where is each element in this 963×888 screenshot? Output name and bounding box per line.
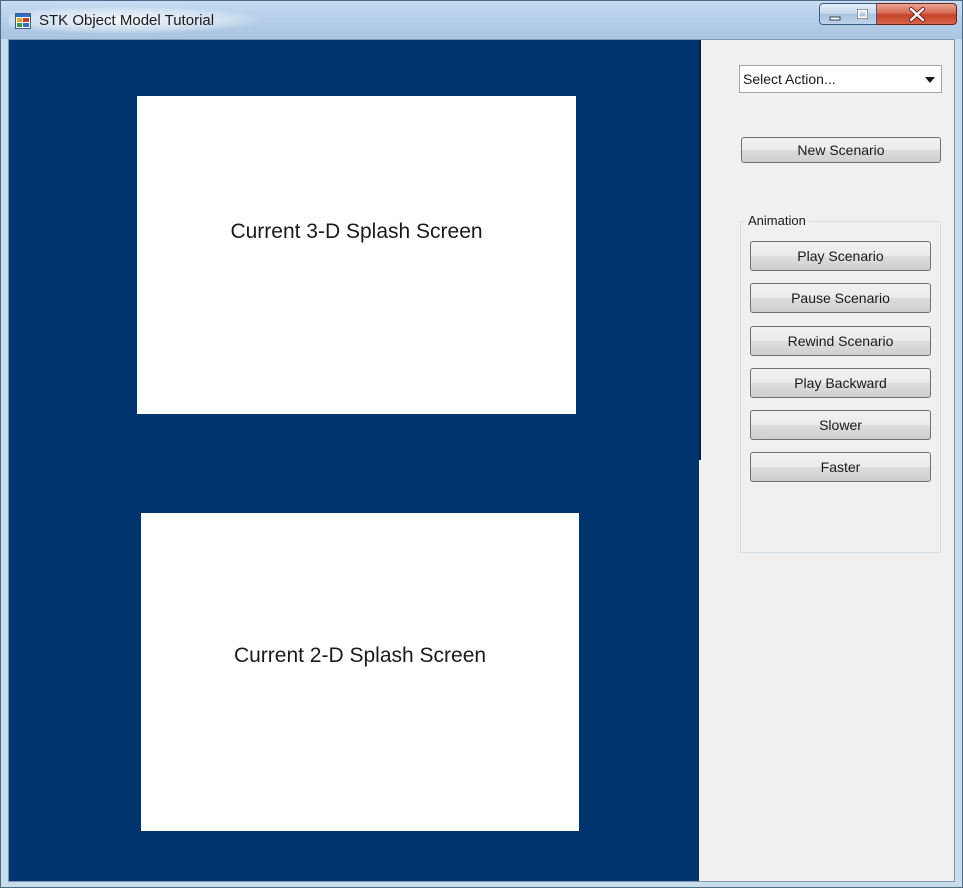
rewind-scenario-button[interactable]: Rewind Scenario — [750, 326, 931, 356]
splash-3d-label: Current 3-D Splash Screen — [230, 220, 483, 243]
splash-2d-panel[interactable]: Current 2-D Splash Screen — [141, 513, 579, 831]
action-select[interactable]: Select Action... — [739, 65, 942, 93]
play-scenario-button[interactable]: Play Scenario — [750, 241, 931, 271]
app-window-icon[interactable] — [15, 13, 31, 29]
slower-button[interactable]: Slower — [750, 410, 931, 440]
close-icon — [909, 7, 925, 22]
splash-2d-label: Current 2-D Splash Screen — [233, 644, 487, 667]
maximize-button[interactable] — [848, 3, 877, 25]
client-area: Current 3-D Splash Screen Current 2-D Sp… — [8, 39, 955, 882]
globe-viewport: Current 3-D Splash Screen Current 2-D Sp… — [9, 40, 699, 881]
viewport-divider — [699, 40, 701, 460]
pause-scenario-button[interactable]: Pause Scenario — [750, 283, 931, 313]
title-bar[interactable]: STK Object Model Tutorial — [1, 1, 962, 39]
app-window: STK Object Model Tutorial Current 3-D Sp… — [0, 0, 963, 888]
faster-button[interactable]: Faster — [750, 452, 931, 482]
chevron-down-icon — [925, 77, 935, 83]
window-title: STK Object Model Tutorial — [39, 12, 215, 29]
play-backward-button[interactable]: Play Backward — [750, 368, 931, 398]
maximize-icon — [857, 9, 868, 19]
action-select-value: Select Action... — [743, 71, 836, 87]
new-scenario-button[interactable]: New Scenario — [741, 137, 941, 163]
minimize-icon — [829, 16, 841, 21]
minimize-button[interactable] — [819, 3, 849, 25]
close-button[interactable] — [877, 3, 957, 25]
splash-3d-panel[interactable]: Current 3-D Splash Screen — [137, 96, 576, 414]
animation-group-label: Animation — [745, 213, 809, 228]
